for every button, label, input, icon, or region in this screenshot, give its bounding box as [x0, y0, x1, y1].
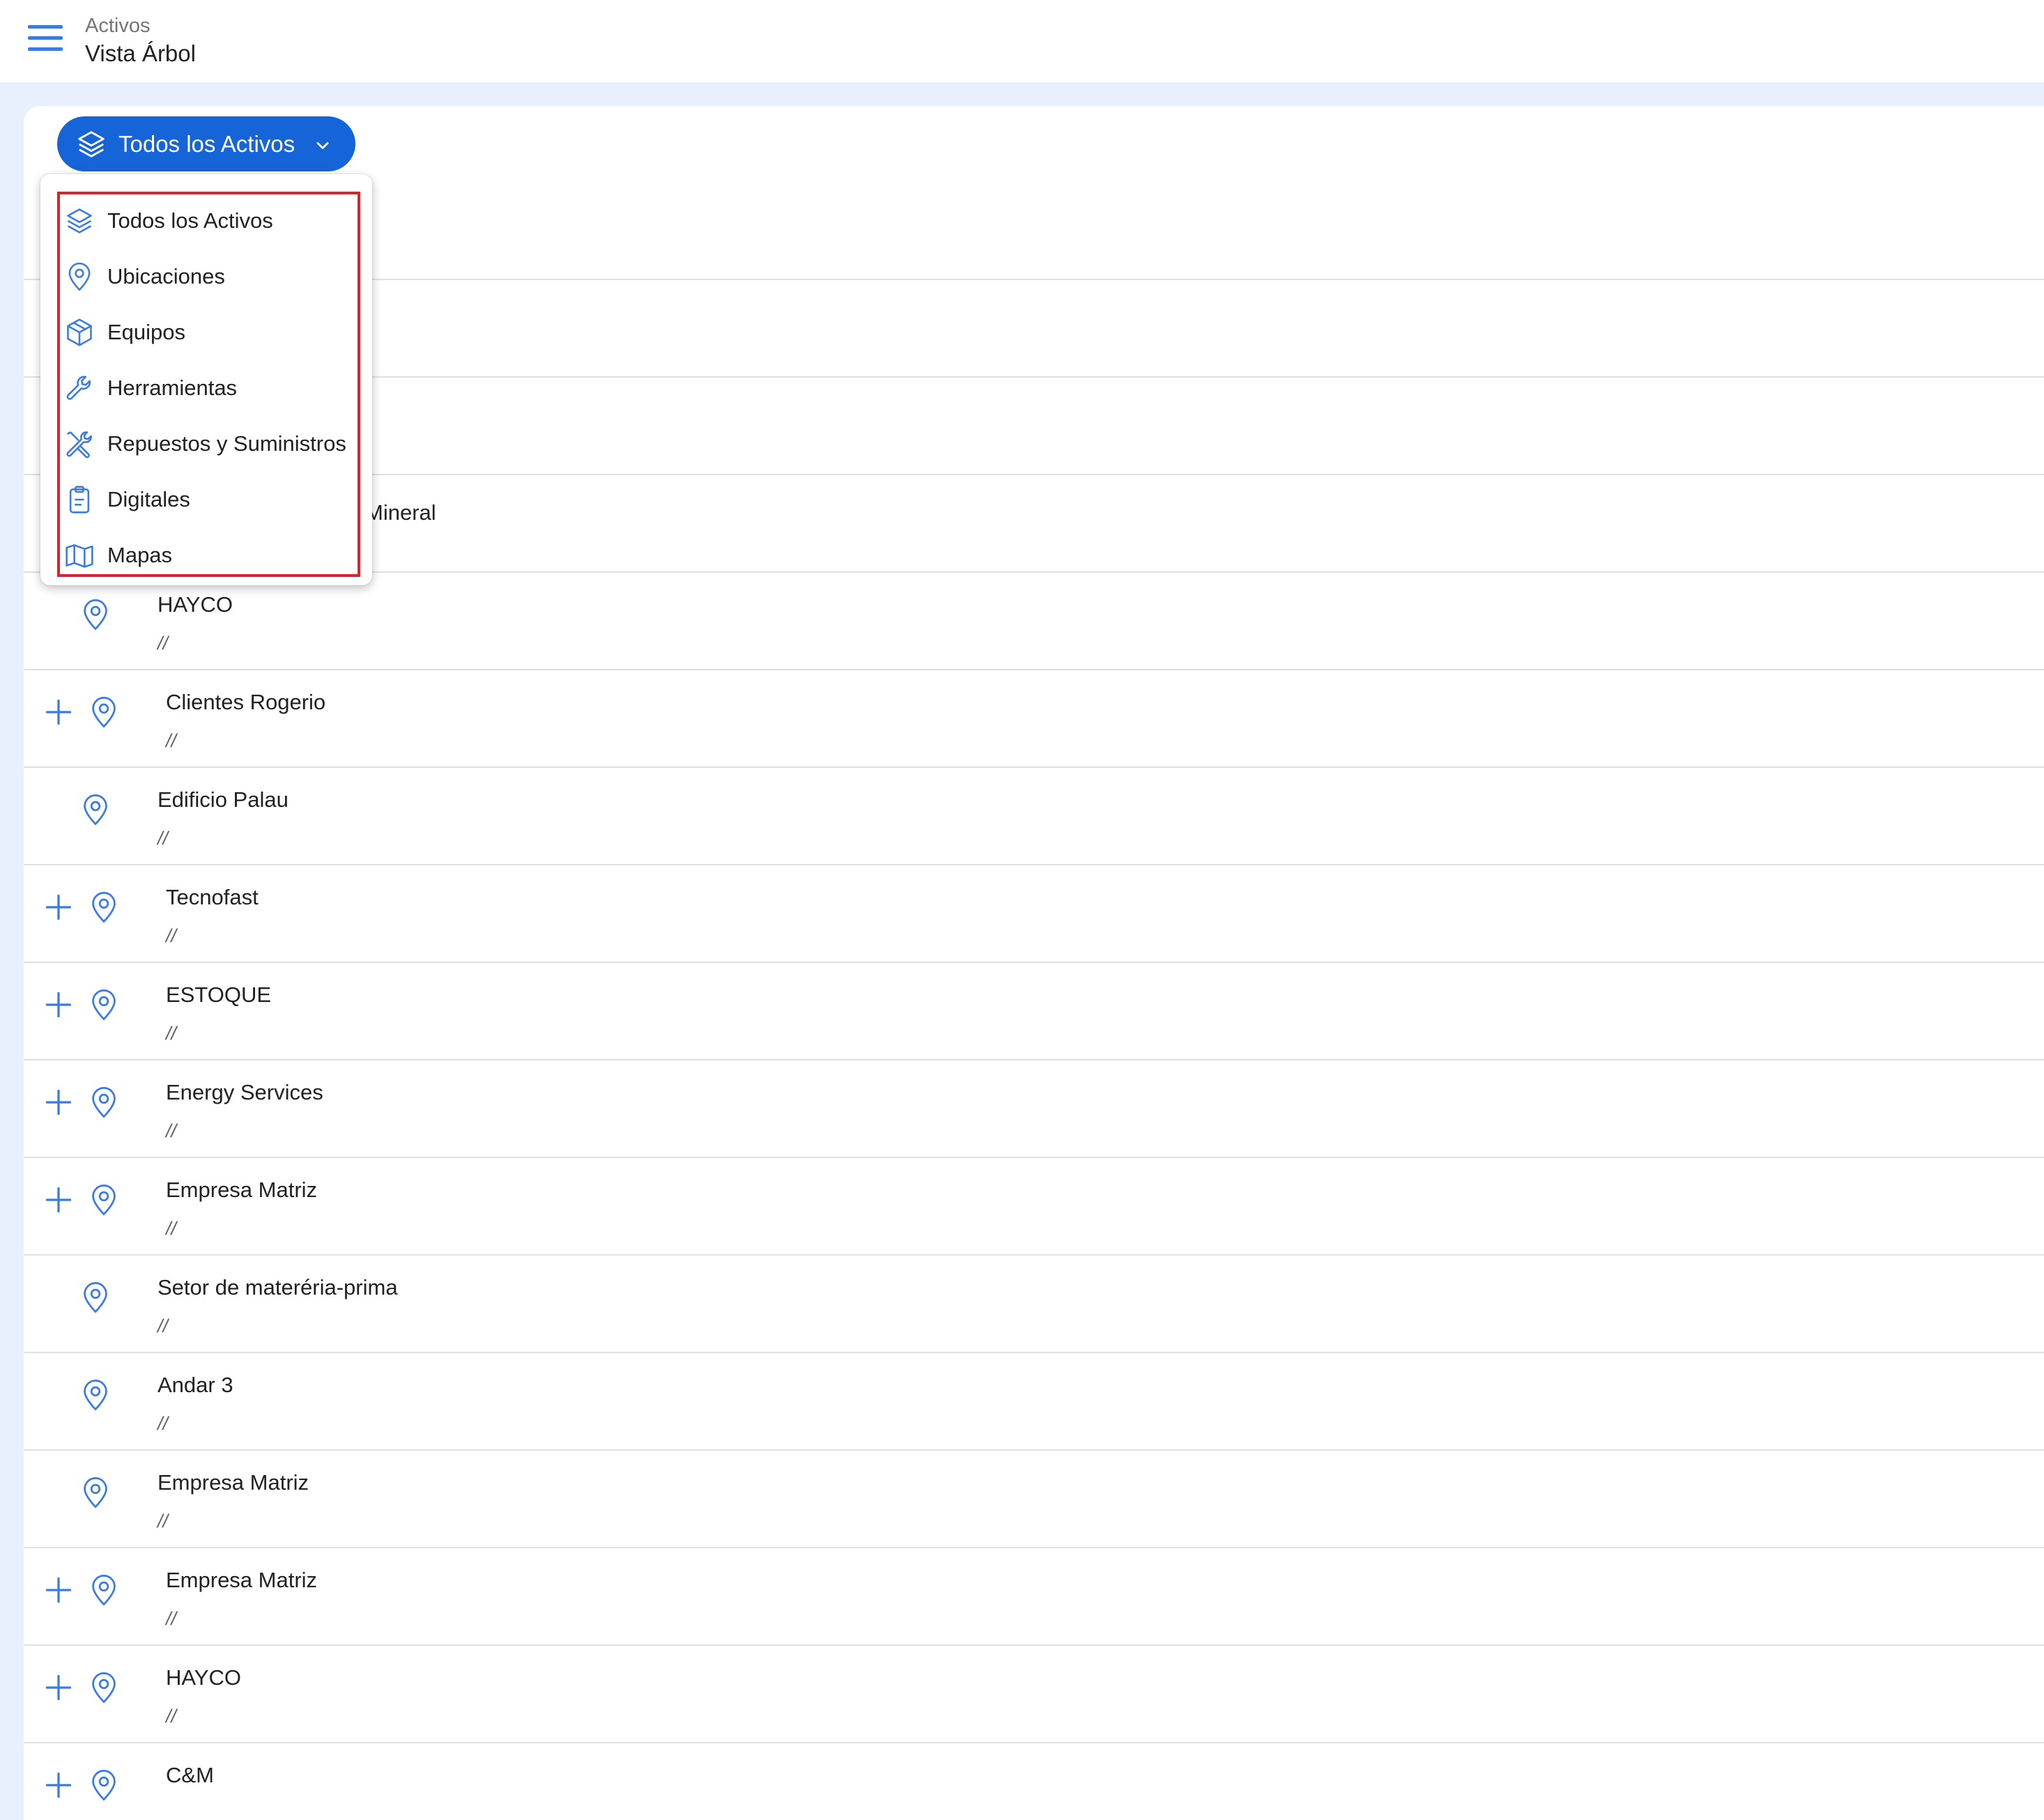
menu-item-herramientas[interactable]: Herramientas: [61, 364, 354, 412]
asset-path: //: [166, 925, 177, 946]
table-row[interactable]: Energy Services //: [24, 1059, 2044, 1157]
expand-plus-icon[interactable]: [43, 989, 74, 1020]
menu-item-todos-los-activos[interactable]: Todos los Activos: [61, 196, 354, 245]
menu-item-label: Todos los Activos: [107, 208, 273, 233]
asset-name: C&M: [166, 1763, 214, 1787]
expand-plus-icon[interactable]: [43, 1672, 74, 1703]
asset-path: //: [166, 1120, 177, 1141]
asset-path: //: [166, 1706, 177, 1727]
expand-plus-icon[interactable]: [43, 697, 74, 727]
location-pin-icon: [89, 1671, 118, 1704]
expand-plus-icon[interactable]: [43, 1087, 74, 1118]
asset-path: //: [166, 1608, 177, 1629]
asset-name: Energy Services: [166, 1080, 323, 1104]
menu-item-equipos[interactable]: Equipos: [61, 308, 354, 357]
asset-path: //: [166, 730, 177, 751]
menu-item-label: Equipos: [107, 320, 186, 344]
expand-plus-icon[interactable]: [43, 892, 74, 923]
asset-name: Edificio Palau: [157, 787, 289, 812]
asset-path: //: [166, 1023, 177, 1044]
asset-name: Empresa Matriz: [166, 1178, 318, 1202]
table-row[interactable]: HAYCO //: [24, 1644, 2044, 1742]
asset-path: //: [157, 633, 169, 654]
layers-icon: [75, 128, 107, 160]
asset-name: Empresa Matriz: [157, 1470, 309, 1495]
asset-path: //: [157, 1413, 169, 1434]
breadcrumb: Activos Vista Árbol: [85, 13, 196, 68]
asset-name: Empresa Matriz: [166, 1568, 318, 1592]
location-pin-icon: [89, 1183, 118, 1217]
asset-name: Clientes Rogerio: [166, 690, 326, 714]
table-row[interactable]: HAYCO //: [24, 571, 2044, 669]
page-title: Vista Árbol: [85, 40, 196, 66]
menu-item-digitales[interactable]: Digitales: [61, 475, 354, 524]
menu-item-label: Mapas: [107, 543, 173, 567]
table-row[interactable]: Empresa Matriz //: [24, 1547, 2044, 1644]
table-row[interactable]: Tecnofast //: [24, 864, 2044, 962]
location-pin-icon: [89, 1768, 118, 1802]
box-icon: [64, 317, 95, 348]
menu-item-label: Ubicaciones: [107, 264, 225, 288]
layers-icon: [64, 206, 95, 236]
location-pin-icon: [81, 598, 110, 631]
asset-type-filter-label: Todos los Activos: [118, 130, 295, 157]
breadcrumb-parent: Activos: [85, 15, 151, 37]
location-pin-icon: [81, 1378, 110, 1412]
table-row[interactable]: Clientes Rogerio //: [24, 669, 2044, 766]
location-pin-icon: [89, 988, 118, 1021]
expand-plus-icon[interactable]: [43, 1575, 74, 1605]
menu-item-ubicaciones[interactable]: Ubicaciones: [61, 252, 354, 301]
table-row[interactable]: ESTOQUE //: [24, 962, 2044, 1059]
menu-item-label: Repuestos y Suministros: [107, 431, 346, 456]
app-bar: Activos Vista Árbol: [0, 0, 2044, 82]
asset-path: //: [157, 1511, 169, 1532]
expand-plus-icon[interactable]: [43, 1770, 74, 1800]
asset-name: HAYCO: [166, 1665, 241, 1690]
location-pin-icon: [81, 1476, 110, 1509]
expand-plus-icon[interactable]: [43, 1185, 74, 1215]
menu-icon[interactable]: [26, 20, 64, 57]
table-row[interactable]: Setor de materéria-prima //: [24, 1254, 2044, 1352]
tools-icon: [64, 429, 95, 459]
asset-path: //: [166, 1218, 177, 1239]
menu-item-label: Herramientas: [107, 376, 238, 400]
location-pin-icon: [89, 890, 118, 924]
table-row[interactable]: Andar 3 //: [24, 1352, 2044, 1449]
asset-name: Mineral: [365, 500, 436, 525]
location-pin-icon: [64, 261, 95, 292]
location-pin-icon: [89, 695, 118, 729]
location-pin-icon: [81, 1281, 110, 1314]
menu-item-label: Digitales: [107, 487, 190, 511]
table-row[interactable]: Empresa Matriz //: [24, 1449, 2044, 1547]
asset-type-filter-button[interactable]: Todos los Activos: [57, 116, 355, 171]
menu-item-repuestos-y-suministros[interactable]: Repuestos y Suministros: [61, 419, 354, 468]
location-pin-icon: [89, 1086, 118, 1119]
asset-type-dropdown-menu: Todos los Activos Ubicaciones Equipos He…: [40, 174, 372, 585]
map-icon: [64, 540, 95, 571]
asset-name: Setor de materéria-prima: [157, 1275, 398, 1300]
asset-name: HAYCO: [157, 592, 233, 617]
asset-name: ESTOQUE: [166, 982, 272, 1007]
wrench-icon: [64, 373, 95, 403]
chevron-down-icon: [313, 134, 332, 154]
location-pin-icon: [81, 793, 110, 826]
table-row[interactable]: C&M: [24, 1742, 2044, 1820]
asset-path: //: [157, 1316, 169, 1336]
asset-name: Tecnofast: [166, 885, 259, 909]
location-pin-icon: [89, 1573, 118, 1607]
menu-item-mapas[interactable]: Mapas: [61, 531, 354, 580]
clipboard-icon: [64, 484, 95, 515]
table-row[interactable]: Empresa Matriz //: [24, 1157, 2044, 1254]
asset-path: //: [157, 828, 169, 849]
asset-name: Andar 3: [157, 1373, 233, 1397]
table-row[interactable]: Edificio Palau //: [24, 766, 2044, 864]
